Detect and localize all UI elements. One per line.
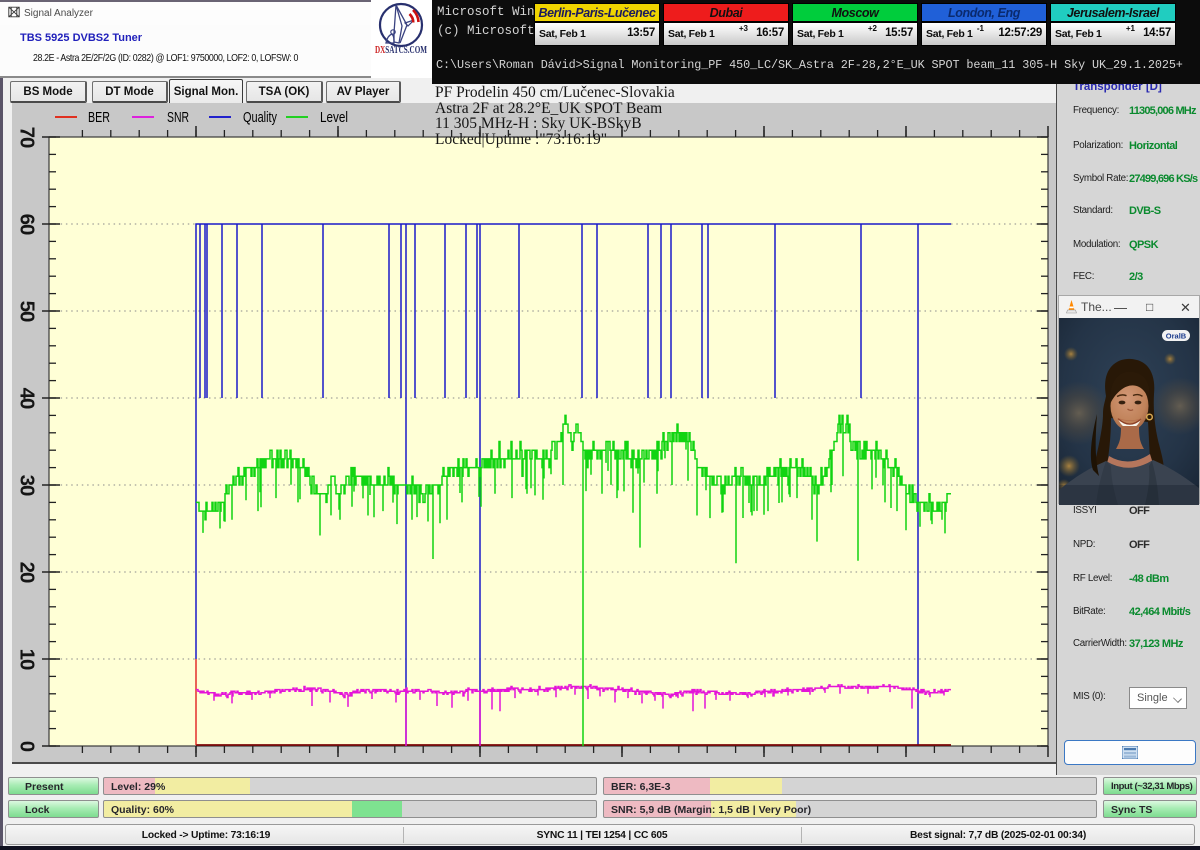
svg-text:DXSATCS.COM: DXSATCS.COM (375, 45, 427, 56)
svg-text:30: 30 (16, 475, 39, 496)
svg-text:SNR: SNR (167, 109, 189, 126)
svg-text:60: 60 (16, 214, 39, 235)
svg-text:20: 20 (16, 562, 39, 583)
svg-text:BER: BER (88, 109, 110, 126)
svg-text:OralB: OralB (1166, 332, 1187, 341)
svg-text:70: 70 (16, 127, 39, 148)
svg-text:50: 50 (16, 301, 39, 322)
svg-text:40: 40 (16, 388, 39, 409)
svg-text:0: 0 (16, 741, 39, 752)
svg-text:10: 10 (16, 649, 39, 670)
svg-text:Quality: Quality (243, 109, 277, 126)
svg-text:Level: Level (320, 109, 348, 126)
